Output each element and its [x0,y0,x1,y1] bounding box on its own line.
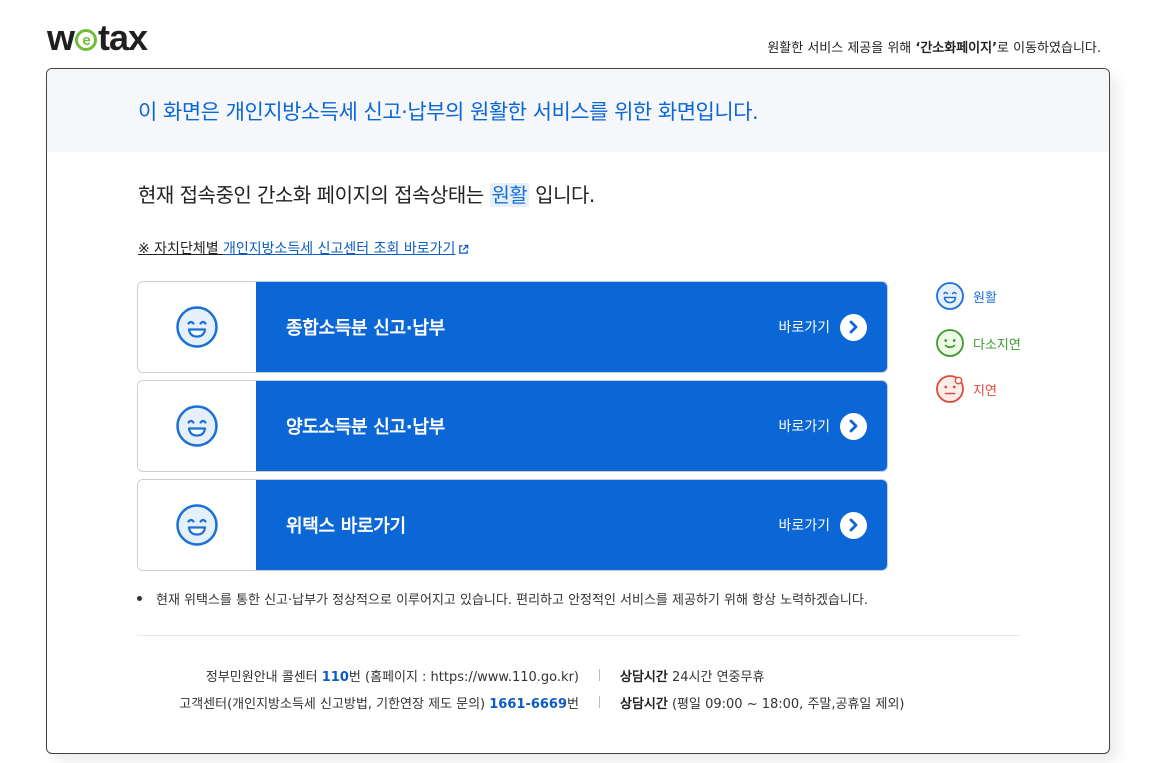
divider [137,635,1019,636]
panel-header: 이 화면은 개인지방소득세 신고·납부의 원활한 서비스를 위한 화면입니다. [47,69,1109,152]
card-face-box [138,282,256,372]
panel-heading: 이 화면은 개인지방소득세 신고·납부의 원활한 서비스를 위한 화면입니다. [138,99,759,124]
go-label: 바로가기 [778,419,830,435]
top-notice: 원활한 서비스 제공을 위해 ‘간소화페이지’로 이동하였습니다. [767,37,1101,56]
smile-face-icon [936,282,964,310]
go-button[interactable]: 바로가기 [778,412,867,440]
footer-text: 번 (홈페이지 : https://www.110.go.kr) [348,670,579,685]
card-wetax-shortcut[interactable]: 위택스 바로가기 바로가기 [137,479,888,571]
footer-row-callcenter: 정부민원안내 콜센터 110번 (홈페이지 : https://www.110.… [47,666,1109,685]
legend-smooth: 원활 [935,281,997,311]
legend-label: 지연 [973,383,997,399]
top-notice-strong: ‘간소화페이지’ [915,41,998,56]
legend-delayed: 지연 [935,374,997,404]
chevron-right-icon [840,412,867,440]
status-post: 입니다. [529,183,595,207]
footer-phone: 1661-6669 [489,697,568,712]
footer-text: 정부민원안내 콜센터 [205,670,322,685]
footer-hours: 상담시간 (평일 09:00 ~ 18:00, 주말,공휴일 제외) [600,693,905,712]
hours-label: 상담시간 [620,670,668,685]
legend-slightly-delayed: 다소지연 [935,328,1021,358]
legend-label: 원활 [973,290,997,306]
card-body[interactable]: 위택스 바로가기 바로가기 [256,480,887,570]
footer-text: 고객센터(개인지방소득세 신고방법, 기한연장 제도 문의) [179,697,490,712]
logo-suffix: tax [98,17,148,58]
connection-status: 현재 접속중인 간소화 페이지의 접속상태는 원활 입니다. [138,179,595,208]
service-notice-text: 현재 위택스를 통한 신고·납부가 정상적으로 이루어지고 있습니다. 편리하고… [156,593,868,608]
go-button[interactable]: 바로가기 [778,511,867,539]
wetax-logo[interactable]: w e tax [47,17,148,58]
footer-row-customer-center: 고객센터(개인지방소득세 신고방법, 기한연장 제도 문의) 1661-6669… [47,693,1109,712]
top-notice-pre: 원활한 서비스 제공을 위해 [767,41,916,56]
hours-text: (평일 09:00 ~ 18:00, 주말,공휴일 제외) [667,697,905,712]
logo-e-mark: e [75,29,98,51]
card-body[interactable]: 종합소득분 신고·납부 바로가기 [256,282,887,372]
hours-label: 상담시간 [620,697,668,712]
footer-text: 번 [567,697,579,712]
smile-face-icon [176,306,218,348]
status-pre: 현재 접속중인 간소화 페이지의 접속상태는 [138,183,490,207]
card-comprehensive-income[interactable]: 종합소득분 신고·납부 바로가기 [137,281,888,373]
go-label: 바로가기 [778,320,830,336]
top-notice-post: 로 이동하였습니다. [997,41,1101,56]
page: w e tax 원활한 서비스 제공을 위해 ‘간소화페이지’로 이동하였습니다… [0,0,1161,763]
local-center-link[interactable]: 개인지방소득세 신고센터 조회 바로가기 [223,241,455,257]
footer-customer-info: 고객센터(개인지방소득세 신고방법, 기한연장 제도 문의) 1661-6669… [47,693,599,712]
legend-label: 다소지연 [973,337,1021,353]
go-button[interactable]: 바로가기 [778,313,867,341]
sad-face-icon [936,375,964,403]
local-link-prefix: ※ 자치단체별 [138,241,224,257]
local-center-link-row: ※ 자치단체별 개인지방소득세 신고센터 조회 바로가기 [138,238,469,258]
external-link-icon [459,244,469,254]
smile-face-icon [176,504,218,546]
card-face-box [138,480,256,570]
smile-face-icon [176,405,218,447]
footer-hours: 상담시간 24시간 연중무휴 [600,666,764,685]
chevron-right-icon [840,511,867,539]
chevron-right-icon [840,313,867,341]
status-value: 원활 [489,183,530,207]
card-transfer-income[interactable]: 양도소득분 신고·납부 바로가기 [137,380,888,472]
card-title: 위택스 바로가기 [286,516,406,537]
footer-phone: 110 [321,670,349,685]
card-title: 양도소득분 신고·납부 [286,417,445,438]
main-panel: 이 화면은 개인지방소득세 신고·납부의 원활한 서비스를 위한 화면입니다. … [46,68,1110,754]
card-face-box [138,381,256,471]
neutral-face-icon [936,329,964,357]
logo-prefix: w [47,17,75,58]
go-label: 바로가기 [778,518,830,534]
card-body[interactable]: 양도소득분 신고·납부 바로가기 [256,381,887,471]
card-title: 종합소득분 신고·납부 [286,318,445,339]
hours-text: 24시간 연중무휴 [667,670,765,685]
footer-callcenter-info: 정부민원안내 콜센터 110번 (홈페이지 : https://www.110.… [47,666,599,685]
service-notice: 현재 위택스를 통한 신고·납부가 정상적으로 이루어지고 있습니다. 편리하고… [137,589,868,608]
